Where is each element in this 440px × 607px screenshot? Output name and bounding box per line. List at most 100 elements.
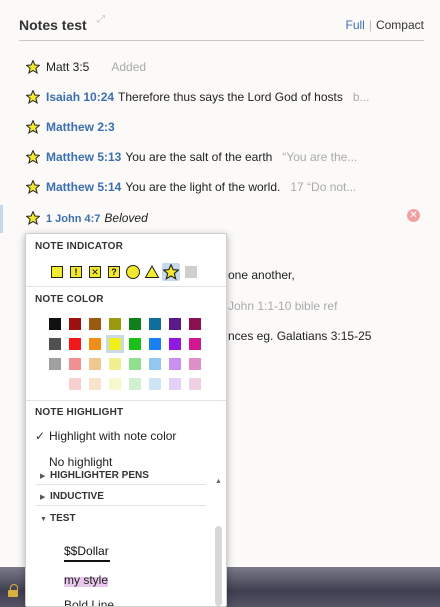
color-swatch[interactable] — [69, 358, 81, 370]
no-highlight-option[interactable]: No highlight — [49, 455, 112, 469]
view-compact-link[interactable]: Compact — [376, 18, 424, 32]
note-verse-preview: b... — [352, 90, 370, 104]
color-swatch[interactable] — [189, 378, 201, 390]
color-swatch[interactable] — [109, 318, 121, 330]
color-swatch[interactable] — [189, 358, 201, 370]
question-indicator-icon[interactable]: ? — [105, 263, 123, 281]
note-row[interactable]: Matthew 5:14 You are the light of the wor… — [26, 180, 356, 196]
color-swatch[interactable] — [129, 378, 141, 390]
note-format-popup: NOTE INDICATOR ! ✕ ? NOTE COLOR NOTE HIG… — [25, 233, 227, 607]
color-swatch[interactable] — [169, 358, 181, 370]
color-swatch[interactable] — [129, 318, 141, 330]
tree-item-highlighter-pens[interactable]: ▶ HIGHLIGHTER PENS — [40, 470, 149, 481]
no-indicator-icon[interactable] — [182, 263, 200, 281]
note-row[interactable]: Matthew 5:13 You are the salt of the eart… — [26, 150, 357, 166]
note-text: You are the salt of the earth — [125, 150, 273, 164]
circle-indicator-icon[interactable] — [124, 263, 142, 281]
note-added: Added — [111, 60, 147, 74]
note-body-text: John 1:1-10 bible ref — [228, 299, 338, 313]
triangle-indicator-icon[interactable] — [143, 263, 161, 281]
divider — [26, 400, 226, 401]
note-row[interactable]: Matt 3:5 Added — [26, 60, 146, 76]
color-swatch[interactable] — [69, 338, 81, 350]
note-text: Therefore thus says the Lord God of host… — [118, 90, 343, 104]
note-reference[interactable]: Isaiah 10:24 — [46, 90, 114, 104]
lock-icon[interactable] — [8, 584, 18, 600]
note-text: You are the light of the world. — [125, 180, 281, 194]
color-swatch[interactable] — [49, 358, 61, 370]
color-swatch[interactable] — [169, 378, 181, 390]
checkmark-icon: ✓ — [35, 429, 46, 443]
divider — [36, 484, 206, 485]
square-indicator-icon[interactable] — [48, 263, 66, 281]
color-swatch[interactable] — [89, 338, 101, 350]
expand-icon: ▶ — [40, 473, 46, 480]
color-swatch[interactable] — [189, 318, 201, 330]
color-swatch[interactable] — [129, 358, 141, 370]
edit-title-icon[interactable]: ⤢ — [97, 14, 105, 25]
note-reference[interactable]: Matt 3:5 — [46, 60, 89, 74]
color-swatch[interactable] — [149, 318, 161, 330]
page-title: Notes test — [19, 17, 87, 33]
color-swatch[interactable] — [189, 338, 201, 350]
view-switch: Full | Compact — [346, 18, 425, 32]
scrollbar-thumb[interactable] — [215, 526, 222, 606]
style-bold-line[interactable]: Bold Line — [64, 598, 114, 606]
color-swatch[interactable] — [149, 358, 161, 370]
star-icon[interactable] — [26, 150, 40, 164]
star-icon[interactable] — [26, 60, 40, 74]
note-body-text: nces eg. Galatians 3:15-25 — [228, 329, 372, 343]
note-row[interactable]: Matthew 2:3 — [26, 120, 115, 136]
view-full-link[interactable]: Full — [346, 18, 365, 32]
view-separator: | — [368, 18, 372, 32]
note-verse-preview: 17 “Do not... — [290, 180, 357, 194]
star-icon[interactable] — [26, 120, 40, 134]
color-swatch[interactable] — [69, 378, 81, 390]
note-reference[interactable]: 1 John 4:7 — [46, 213, 100, 225]
color-swatch[interactable] — [89, 318, 101, 330]
color-swatch[interactable] — [49, 338, 61, 350]
note-body-text: one another, — [228, 268, 295, 282]
delete-note-icon[interactable]: ✕ — [407, 209, 420, 222]
expand-icon: ▶ — [40, 494, 46, 501]
star-indicator-icon[interactable] — [162, 263, 180, 281]
note-indicator-heading: NOTE INDICATOR — [35, 241, 123, 252]
note-color-heading: NOTE COLOR — [35, 294, 104, 305]
note-row[interactable]: Isaiah 10:24 Therefore thus says the Lord… — [26, 90, 370, 106]
style-dollar[interactable]: $$Dollar — [64, 544, 109, 558]
star-icon[interactable] — [26, 90, 40, 104]
note-title-input[interactable]: Beloved — [104, 211, 147, 225]
color-swatch[interactable] — [109, 338, 121, 350]
note-row-selected[interactable]: 1 John 4:7 Beloved — [26, 211, 148, 227]
note-highlight-heading: NOTE HIGHLIGHT — [35, 407, 124, 418]
color-swatch[interactable] — [89, 358, 101, 370]
note-verse-preview: “You are the... — [282, 150, 358, 164]
selected-row-indicator — [0, 205, 3, 233]
color-swatch[interactable] — [69, 318, 81, 330]
exclamation-indicator-icon[interactable]: ! — [67, 263, 85, 281]
color-swatch[interactable] — [49, 318, 61, 330]
scroll-up-icon[interactable]: ▲ — [215, 478, 222, 485]
style-my-style[interactable]: my style — [64, 573, 109, 587]
divider — [36, 505, 206, 506]
collapse-icon: ▼ — [40, 516, 47, 523]
tree-item-inductive[interactable]: ▶ INDUCTIVE — [40, 491, 104, 502]
color-swatch[interactable] — [109, 358, 121, 370]
star-icon[interactable] — [26, 211, 40, 225]
tree-item-test[interactable]: ▼ TEST — [40, 513, 76, 524]
color-swatch[interactable] — [89, 378, 101, 390]
color-swatch[interactable] — [109, 378, 121, 390]
note-reference[interactable]: Matthew 5:13 — [46, 150, 121, 164]
color-swatch[interactable] — [169, 318, 181, 330]
color-swatch[interactable] — [149, 378, 161, 390]
notes-header: Notes test ⤢ Full | Compact — [19, 14, 425, 41]
star-icon[interactable] — [26, 180, 40, 194]
note-reference[interactable]: Matthew 2:3 — [46, 120, 115, 134]
highlight-with-color-option[interactable]: ✓ Highlight with note color — [35, 429, 176, 443]
cross-indicator-icon[interactable]: ✕ — [86, 263, 104, 281]
color-swatch[interactable] — [169, 338, 181, 350]
note-reference[interactable]: Matthew 5:14 — [46, 180, 121, 194]
color-swatch[interactable] — [149, 338, 161, 350]
style-list-pane: ▶ HIGHLIGHTER PENS ▶ INDUCTIVE ▼ TEST — [26, 470, 226, 606]
color-swatch[interactable] — [129, 338, 141, 350]
